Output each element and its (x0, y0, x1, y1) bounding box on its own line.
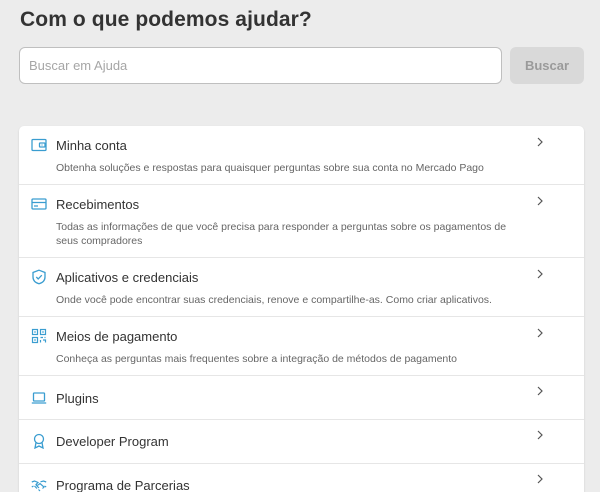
credit-card-icon (31, 196, 47, 212)
topic-title: Developer Program (56, 434, 169, 449)
topic-title: Minha conta (56, 138, 127, 153)
laptop-icon (31, 390, 47, 406)
topic-title: Recebimentos (56, 197, 140, 212)
topics-card: Minha conta Obtenha soluções e respostas… (19, 126, 584, 492)
wallet-icon (31, 137, 47, 153)
topic-row-programa-de-parcerias[interactable]: Programa de Parcerias (19, 464, 584, 492)
topic-description: Onde você pode encontrar suas credenciai… (56, 294, 492, 306)
search-button[interactable]: Buscar (510, 47, 584, 84)
chevron-right-icon (535, 430, 545, 440)
award-icon (31, 433, 47, 449)
topic-description: Todas as informações de que você precisa… (56, 221, 507, 247)
handshake-icon (31, 477, 47, 492)
shield-check-icon (31, 269, 47, 285)
topic-title: Aplicativos e credenciais (56, 270, 199, 285)
topic-description: Obtenha soluções e respostas para quaisq… (56, 162, 484, 174)
topic-description: Conheça as perguntas mais frequentes sob… (56, 353, 458, 365)
topic-title: Programa de Parcerias (56, 478, 190, 492)
topic-row-plugins[interactable]: Plugins (19, 376, 584, 420)
page-title: Com o que podemos ajudar? (20, 8, 312, 31)
search-input[interactable] (19, 47, 502, 84)
topic-title: Plugins (56, 391, 99, 406)
chevron-right-icon (535, 196, 545, 206)
topic-row-developer-program[interactable]: Developer Program (19, 420, 584, 464)
chevron-right-icon (535, 269, 545, 279)
topic-row-meios-de-pagamento[interactable]: Meios de pagamento Conheça as perguntas … (19, 317, 584, 376)
chevron-right-icon (535, 328, 545, 338)
topic-row-recebimentos[interactable]: Recebimentos Todas as informações de que… (19, 185, 584, 258)
qr-code-icon (31, 328, 47, 344)
chevron-right-icon (535, 137, 545, 147)
chevron-right-icon (535, 386, 545, 396)
topic-row-minha-conta[interactable]: Minha conta Obtenha soluções e respostas… (19, 126, 584, 185)
topic-title: Meios de pagamento (56, 329, 178, 344)
chevron-right-icon (535, 474, 545, 484)
topic-row-aplicativos-e-credenciais[interactable]: Aplicativos e credenciais Onde você pode… (19, 258, 584, 317)
